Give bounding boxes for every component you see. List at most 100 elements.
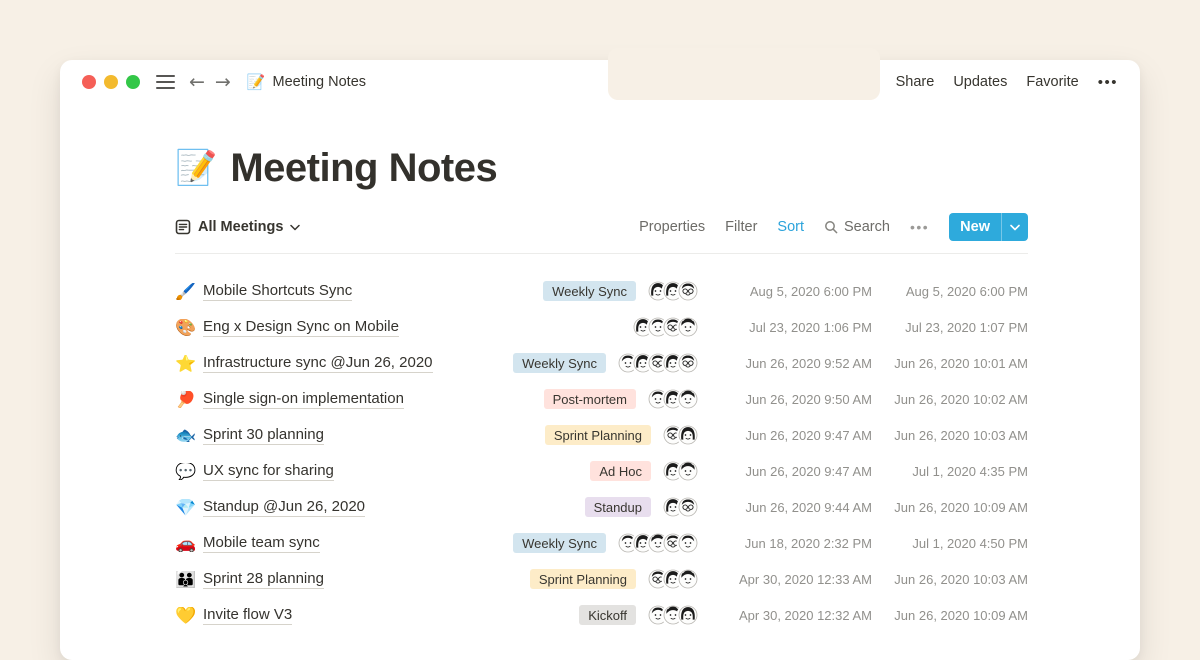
- search-button[interactable]: Search: [824, 219, 890, 235]
- table-row[interactable]: 💎 Standup @Jun 26, 2020 Standup Jun 26, …: [175, 489, 1028, 525]
- edited-date: Jun 26, 2020 10:03 AM: [880, 572, 1028, 587]
- edited-date: Jun 26, 2020 10:01 AM: [880, 356, 1028, 371]
- edited-date: Jun 26, 2020 10:03 AM: [880, 428, 1028, 443]
- row-title-link[interactable]: Standup @Jun 26, 2020: [203, 498, 365, 517]
- row-title-link[interactable]: Mobile team sync: [203, 534, 320, 553]
- created-date: Jun 26, 2020 9:52 AM: [712, 356, 872, 371]
- page-title: 📝 Meeting Notes: [175, 144, 1028, 192]
- properties-button[interactable]: Properties: [639, 219, 705, 235]
- breadcrumb[interactable]: 📝 Meeting Notes: [247, 73, 366, 91]
- edited-date: Aug 5, 2020 6:00 PM: [880, 284, 1028, 299]
- table-row[interactable]: 🚗 Mobile team sync Weekly Sync Jun 18, 2…: [175, 525, 1028, 561]
- new-button[interactable]: New: [949, 213, 1028, 241]
- back-arrow-icon[interactable]: ←: [189, 73, 205, 92]
- traffic-lights: [82, 75, 140, 89]
- created-date: Jun 26, 2020 9:47 AM: [712, 428, 872, 443]
- meetings-table: 🖌️ Mobile Shortcuts Sync Weekly Sync Aug…: [175, 273, 1028, 633]
- row-emoji-icon: 💛: [175, 607, 203, 624]
- created-date: Jun 26, 2020 9:50 AM: [712, 392, 872, 407]
- type-tag-badge: Ad Hoc: [590, 461, 651, 481]
- type-tag-badge: Weekly Sync: [513, 353, 606, 373]
- table-row[interactable]: 🏓 Single sign-on implementation Post-mor…: [175, 381, 1028, 417]
- type-tag-badge: Sprint Planning: [530, 569, 636, 589]
- created-date: Apr 30, 2020 12:33 AM: [712, 572, 872, 587]
- table-row[interactable]: ⭐ Infrastructure sync @Jun 26, 2020 Week…: [175, 345, 1028, 381]
- attendee-avatars: [618, 533, 698, 553]
- row-emoji-icon: 🖌️: [175, 283, 203, 300]
- updates-button[interactable]: Updates: [953, 74, 1007, 90]
- edited-date: Jun 26, 2020 10:09 AM: [880, 500, 1028, 515]
- avatar: [678, 605, 698, 625]
- table-row[interactable]: 💛 Invite flow V3 Kickoff Apr 30, 2020 12…: [175, 597, 1028, 633]
- created-date: Jun 26, 2020 9:47 AM: [712, 464, 872, 479]
- created-date: Jun 18, 2020 2:32 PM: [712, 536, 872, 551]
- forward-arrow-icon[interactable]: →: [215, 73, 231, 92]
- attendee-avatars: [648, 389, 698, 409]
- edited-date: Jul 1, 2020 4:50 PM: [880, 536, 1028, 551]
- row-title-link[interactable]: Mobile Shortcuts Sync: [203, 282, 352, 301]
- view-toolbar: All Meetings Properties Filter Sort Sear…: [175, 213, 1028, 254]
- row-title-link[interactable]: Eng x Design Sync on Mobile: [203, 318, 399, 337]
- attendee-avatars: [648, 569, 698, 589]
- new-button-label: New: [949, 219, 1001, 235]
- filter-button[interactable]: Filter: [725, 219, 757, 235]
- table-row[interactable]: 🎨 Eng x Design Sync on Mobile Jul 23, 20…: [175, 309, 1028, 345]
- share-button[interactable]: Share: [896, 74, 935, 90]
- table-row[interactable]: 🐟 Sprint 30 planning Sprint Planning Jun…: [175, 417, 1028, 453]
- type-tag-badge: Standup: [585, 497, 651, 517]
- memo-emoji-icon: 📝: [175, 151, 217, 185]
- zoom-window-button[interactable]: [126, 75, 140, 89]
- page-content: 📝 Meeting Notes All Meetings Properties …: [60, 104, 1140, 633]
- created-date: Jul 23, 2020 1:06 PM: [712, 320, 872, 335]
- type-tag-badge: Sprint Planning: [545, 425, 651, 445]
- attendee-avatars: [648, 281, 698, 301]
- row-emoji-icon: 🚗: [175, 535, 203, 552]
- avatar: [678, 425, 698, 445]
- avatar: [678, 317, 698, 337]
- row-title-link[interactable]: Sprint 30 planning: [203, 426, 324, 445]
- row-title-link[interactable]: Infrastructure sync @Jun 26, 2020: [203, 354, 433, 373]
- type-tag-badge: Post-mortem: [544, 389, 636, 409]
- close-window-button[interactable]: [82, 75, 96, 89]
- search-label: Search: [844, 219, 890, 235]
- sidebar-menu-icon[interactable]: [156, 75, 175, 90]
- row-title-link[interactable]: Invite flow V3: [203, 606, 292, 625]
- avatar: [678, 569, 698, 589]
- redaction-overlay: [608, 48, 880, 100]
- notion-window: ← → 📝 Meeting Notes Share Updates Favori…: [60, 60, 1140, 660]
- favorite-button[interactable]: Favorite: [1026, 74, 1078, 90]
- memo-emoji-icon: 📝: [247, 73, 266, 91]
- type-tag-badge: Weekly Sync: [543, 281, 636, 301]
- avatar: [678, 533, 698, 553]
- row-emoji-icon: ⭐: [175, 355, 203, 372]
- window-titlebar: ← → 📝 Meeting Notes Share Updates Favori…: [60, 60, 1140, 104]
- sort-button[interactable]: Sort: [777, 219, 804, 235]
- row-emoji-icon: 🐟: [175, 427, 203, 444]
- view-selector-label: All Meetings: [198, 219, 283, 235]
- view-selector[interactable]: All Meetings: [175, 219, 300, 235]
- breadcrumb-title: Meeting Notes: [273, 74, 367, 90]
- row-title-link[interactable]: Sprint 28 planning: [203, 570, 324, 589]
- avatar: [678, 281, 698, 301]
- row-emoji-icon: 🎨: [175, 319, 203, 336]
- row-title-link[interactable]: Single sign-on implementation: [203, 390, 404, 409]
- row-title-link[interactable]: UX sync for sharing: [203, 462, 334, 481]
- table-row[interactable]: 👪 Sprint 28 planning Sprint Planning Apr…: [175, 561, 1028, 597]
- avatar: [678, 353, 698, 373]
- edited-date: Jun 26, 2020 10:02 AM: [880, 392, 1028, 407]
- row-emoji-icon: 💎: [175, 499, 203, 516]
- type-tag-badge: Kickoff: [579, 605, 636, 625]
- attendee-avatars: [663, 461, 698, 481]
- toolbar-more-icon[interactable]: •••: [910, 219, 929, 235]
- attendee-avatars: [663, 425, 698, 445]
- attendee-avatars: [663, 497, 698, 517]
- table-row[interactable]: 🖌️ Mobile Shortcuts Sync Weekly Sync Aug…: [175, 273, 1028, 309]
- created-date: Aug 5, 2020 6:00 PM: [712, 284, 872, 299]
- more-options-icon[interactable]: •••: [1098, 74, 1118, 91]
- new-dropdown-chevron-icon[interactable]: [1002, 224, 1028, 231]
- row-emoji-icon: 💬: [175, 463, 203, 480]
- minimize-window-button[interactable]: [104, 75, 118, 89]
- edited-date: Jun 26, 2020 10:09 AM: [880, 608, 1028, 623]
- table-row[interactable]: 💬 UX sync for sharing Ad Hoc Jun 26, 202…: [175, 453, 1028, 489]
- attendee-avatars: [633, 317, 698, 337]
